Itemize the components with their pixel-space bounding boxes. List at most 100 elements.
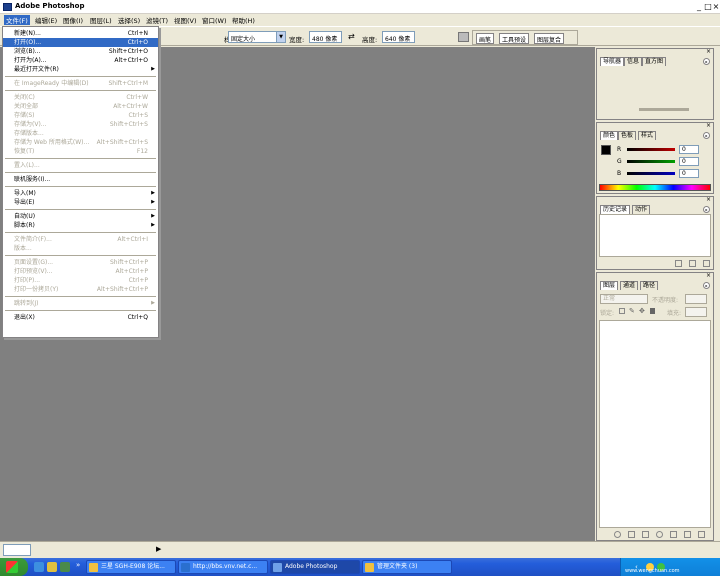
palette-well-icon[interactable] <box>458 32 469 42</box>
file-menu-item[interactable]: 新建(N)... Ctrl+N <box>3 29 158 38</box>
fill-input[interactable] <box>685 307 707 317</box>
file-menu-item[interactable]: 打开为(A)... Alt+Ctrl+O <box>3 56 158 65</box>
folder-quicklaunch-icon[interactable] <box>47 562 57 572</box>
trash-icon[interactable] <box>703 260 710 267</box>
lock-all-icon[interactable] <box>650 308 655 314</box>
panel-menu-icon[interactable]: ▸ <box>703 282 710 289</box>
status-menu-arrow-icon[interactable]: ▶ <box>156 545 161 553</box>
tab-layers[interactable]: 图层 <box>600 281 619 290</box>
menu-layer[interactable]: 图层(L) <box>88 15 114 25</box>
blue-value-input[interactable]: 0 <box>679 169 699 178</box>
tab-channels[interactable]: 通道 <box>620 281 639 290</box>
new-snapshot-icon[interactable] <box>675 260 682 267</box>
close-icon[interactable]: × <box>706 49 711 55</box>
close-icon[interactable]: × <box>706 197 711 203</box>
width-input[interactable]: 480 像素 <box>309 31 342 43</box>
tab-styles[interactable]: 样式 <box>638 131 657 140</box>
file-menu-item[interactable]: 关闭全部 Alt+Ctrl+W <box>3 102 158 111</box>
opacity-input[interactable] <box>685 294 707 304</box>
red-value-input[interactable]: 0 <box>679 145 699 154</box>
file-menu-item[interactable]: 关闭(C) Ctrl+W <box>3 93 158 102</box>
taskbar-button-photoshop[interactable]: Adobe Photoshop <box>270 560 360 574</box>
tab-tool-presets[interactable]: 工具预设 <box>499 33 530 44</box>
file-menu-item[interactable]: 脚本(R) ▶ <box>3 221 158 230</box>
file-menu-item[interactable]: 存储版本... <box>3 129 158 138</box>
taskbar-button-folder[interactable]: 管理文件夹 (3) <box>362 560 452 574</box>
tab-histogram[interactable]: 直方图 <box>642 57 667 66</box>
file-menu-item[interactable]: 导入(M) ▶ <box>3 189 158 198</box>
zoom-slider[interactable] <box>639 108 689 111</box>
taskbar-button-forum[interactable]: 三星 SGH-E908 论坛... <box>86 560 176 574</box>
tab-swatches[interactable]: 色板 <box>618 131 637 140</box>
tab-paths[interactable]: 路径 <box>640 281 659 290</box>
lock-transparency-icon[interactable] <box>619 308 625 314</box>
layer-style-icon[interactable] <box>628 531 635 538</box>
tab-brushes[interactable]: 画笔 <box>476 33 495 44</box>
close-icon[interactable]: × <box>706 273 711 279</box>
file-menu-item[interactable]: 在 ImageReady 中编辑(D) Shift+Ctrl+M <box>3 79 158 88</box>
foreground-color-swatch[interactable] <box>601 145 611 155</box>
close-button[interactable]: × <box>712 3 720 11</box>
file-menu-item[interactable]: 跳转到(J) ▶ <box>3 299 158 308</box>
style-select[interactable]: 固定大小 ▼ <box>228 31 286 43</box>
media-quicklaunch-icon[interactable] <box>60 562 70 572</box>
file-menu-item[interactable]: 置入(L)... <box>3 161 158 170</box>
quicklaunch-more-icon[interactable]: » <box>76 561 80 569</box>
panel-menu-icon[interactable]: ▸ <box>703 206 710 213</box>
brush-lock-icon[interactable]: ✎ <box>629 307 635 315</box>
file-menu-item[interactable]: 最近打开文件(R) ▶ <box>3 65 158 74</box>
new-group-icon[interactable] <box>670 531 677 538</box>
tab-layer-comps[interactable]: 图层复合 <box>534 33 565 44</box>
menu-file[interactable]: 文件(F) <box>4 15 30 25</box>
file-menu-item[interactable]: 恢复(T) F12 <box>3 147 158 156</box>
file-menu-item[interactable]: 打印一份拷贝(Y) Alt+Shift+Ctrl+P <box>3 285 158 294</box>
file-menu-item[interactable]: 版本... <box>3 244 158 253</box>
panel-menu-icon[interactable]: ▸ <box>703 132 710 139</box>
menu-help[interactable]: 帮助(H) <box>230 15 257 25</box>
panel-menu-icon[interactable]: ▸ <box>703 58 710 65</box>
menu-window[interactable]: 窗口(W) <box>200 15 229 25</box>
new-document-icon[interactable] <box>689 260 696 267</box>
file-menu-item[interactable]: 打印预览(V)... Alt+Ctrl+P <box>3 267 158 276</box>
file-menu-item[interactable]: 导出(E) ▶ <box>3 198 158 207</box>
file-menu-item[interactable]: 打印(P)... Ctrl+P <box>3 276 158 285</box>
ie-quicklaunch-icon[interactable] <box>34 562 44 572</box>
zoom-field[interactable] <box>3 544 31 556</box>
file-menu-item[interactable]: 浏览(B)... Shift+Ctrl+O <box>3 47 158 56</box>
menu-edit[interactable]: 编辑(E) <box>33 15 59 25</box>
blend-mode-select[interactable]: 正常 <box>600 294 648 304</box>
tab-history[interactable]: 历史记录 <box>600 205 631 214</box>
link-layers-icon[interactable] <box>614 531 621 538</box>
green-slider[interactable] <box>627 160 675 163</box>
move-lock-icon[interactable]: ✥ <box>639 307 645 315</box>
tab-navigator[interactable]: 导航器 <box>600 57 625 66</box>
color-ramp[interactable] <box>599 184 711 191</box>
file-menu-item[interactable]: 存储(S) Ctrl+S <box>3 111 158 120</box>
taskbar-button-browser[interactable]: http://bbs.vnv.net.c... <box>178 560 268 574</box>
menu-filter[interactable]: 滤镜(T) <box>144 15 170 25</box>
maximize-button[interactable]: □ <box>704 3 712 11</box>
file-menu-item[interactable]: 文件简介(F)... Alt+Ctrl+I <box>3 235 158 244</box>
start-button[interactable] <box>0 558 28 576</box>
tab-color[interactable]: 颜色 <box>600 131 619 140</box>
height-input[interactable]: 640 像素 <box>382 31 415 43</box>
file-menu-item[interactable]: 页面设置(G)... Shift+Ctrl+P <box>3 258 158 267</box>
new-layer-icon[interactable] <box>684 531 691 538</box>
adjustment-layer-icon[interactable] <box>656 531 663 538</box>
blue-slider[interactable] <box>627 172 675 175</box>
file-menu-item[interactable]: 存储为 Web 所用格式(W)... Alt+Shift+Ctrl+S <box>3 138 158 147</box>
tab-actions[interactable]: 动作 <box>632 205 651 214</box>
file-menu-item[interactable]: 自动(U) ▶ <box>3 212 158 221</box>
swap-dimensions-icon[interactable]: ⇄ <box>348 32 355 41</box>
menu-view[interactable]: 视图(V) <box>172 15 199 25</box>
red-slider[interactable] <box>627 148 675 151</box>
minimize-button[interactable]: _ <box>695 3 703 11</box>
trash-icon[interactable] <box>698 531 705 538</box>
tab-info[interactable]: 信息 <box>624 57 643 66</box>
close-icon[interactable]: × <box>706 123 711 129</box>
file-menu-item[interactable]: 退出(X) Ctrl+Q <box>3 313 158 322</box>
menu-select[interactable]: 选择(S) <box>116 15 142 25</box>
green-value-input[interactable]: 0 <box>679 157 699 166</box>
menu-image[interactable]: 图像(I) <box>61 15 85 25</box>
layer-mask-icon[interactable] <box>642 531 649 538</box>
